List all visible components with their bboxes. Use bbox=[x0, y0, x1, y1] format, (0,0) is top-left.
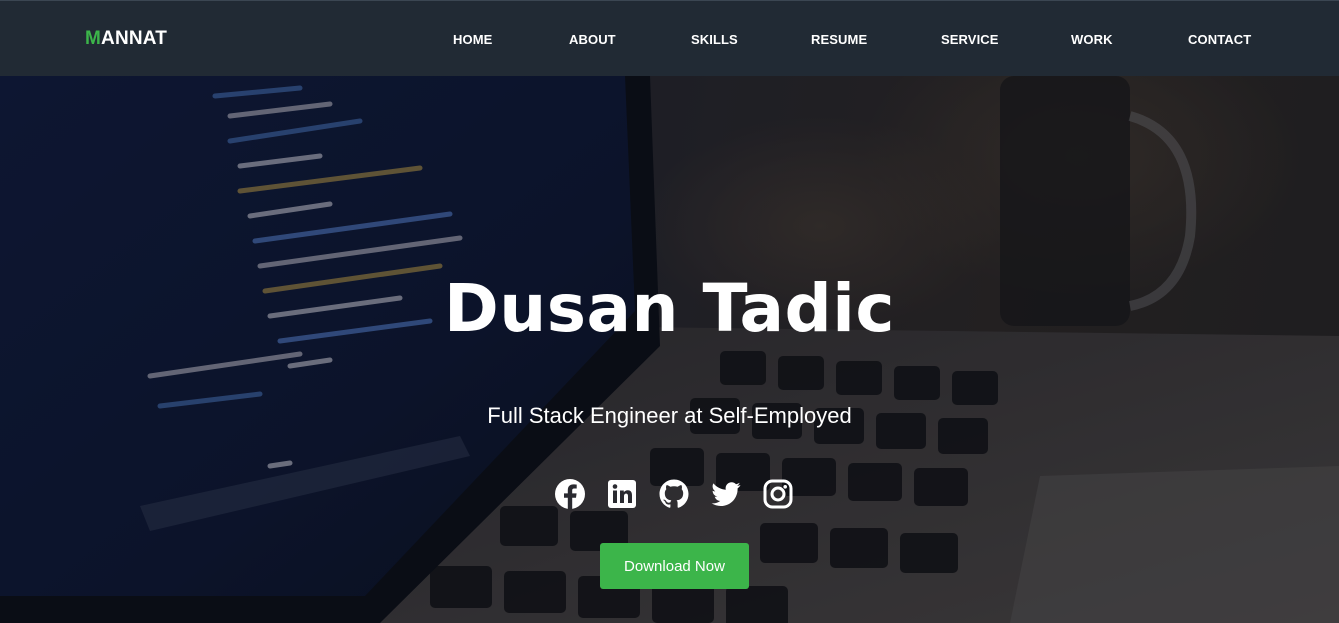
github-icon[interactable] bbox=[658, 478, 690, 510]
nav-home[interactable]: HOME bbox=[453, 32, 492, 47]
hero-subtitle: Full Stack Engineer at Self-Employed bbox=[487, 403, 852, 428]
nav-about[interactable]: ABOUT bbox=[569, 32, 616, 47]
facebook-icon[interactable] bbox=[554, 478, 586, 510]
brand-name: ANNAT bbox=[101, 28, 168, 49]
social-links bbox=[554, 478, 794, 510]
navbar: MANNAT HOME ABOUT SKILLS RESUME SERVICE … bbox=[0, 0, 1339, 76]
nav-work[interactable]: WORK bbox=[1071, 32, 1113, 47]
hero-name: Dusan Tadic bbox=[443, 270, 896, 347]
linkedin-icon[interactable] bbox=[606, 478, 638, 510]
download-button[interactable]: Download Now bbox=[600, 543, 749, 589]
nav-service[interactable]: SERVICE bbox=[941, 32, 999, 47]
brand-logo[interactable]: MANNAT bbox=[85, 28, 167, 50]
hero-overlay bbox=[0, 76, 1339, 623]
nav-skills[interactable]: SKILLS bbox=[691, 32, 738, 47]
twitter-icon[interactable] bbox=[710, 478, 742, 510]
brand-initial: M bbox=[85, 28, 102, 49]
nav-contact[interactable]: CONTACT bbox=[1188, 32, 1251, 47]
portfolio-page: MANNAT HOME ABOUT SKILLS RESUME SERVICE … bbox=[0, 0, 1339, 623]
nav-resume[interactable]: RESUME bbox=[811, 32, 867, 47]
instagram-icon[interactable] bbox=[762, 478, 794, 510]
hero-section: Dusan Tadic Full Stack Engineer at Self-… bbox=[0, 76, 1339, 623]
